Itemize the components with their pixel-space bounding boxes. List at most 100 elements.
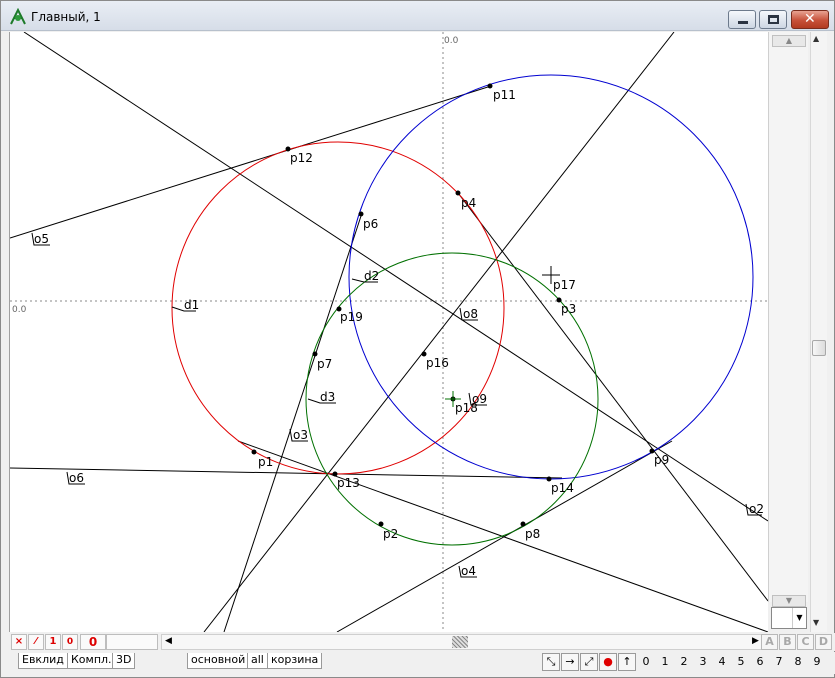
tab-osnovnoy[interactable]: основной: [187, 653, 250, 669]
digit-0[interactable]: 0: [638, 655, 654, 668]
horizontal-scroll-thumb[interactable]: [452, 636, 468, 648]
point-markers: [251, 83, 655, 527]
scroll-left-icon[interactable]: ◀: [165, 636, 172, 646]
digit-4[interactable]: 4: [714, 655, 730, 668]
tab-kompl[interactable]: Компл.: [67, 653, 116, 669]
bottom-bar: Евклид Компл. 3D основной all корзина ⤡ …: [9, 652, 835, 674]
side-list-panel[interactable]: ▲ ▼: [768, 32, 808, 607]
point-p11: [487, 83, 493, 89]
point-p2: [378, 521, 384, 527]
record-icon: ●: [603, 655, 613, 668]
digit-3[interactable]: 3: [695, 655, 711, 668]
minimize-icon: [738, 21, 748, 24]
label-p14: p14: [551, 481, 574, 495]
label-p9: p9: [654, 453, 669, 467]
arrow-right-button[interactable]: →: [561, 653, 579, 671]
svg-text:o2: o2: [749, 502, 764, 516]
label-p19: p19: [340, 310, 363, 324]
tag-o3: o3: [289, 428, 308, 442]
svg-text:o3: o3: [293, 428, 308, 442]
scroll-up-icon[interactable]: ▲: [813, 34, 819, 43]
tab-korzina[interactable]: корзина: [267, 653, 323, 669]
tab-all[interactable]: all: [247, 653, 268, 669]
tab-evklid[interactable]: Евклид: [18, 653, 68, 669]
digit-1[interactable]: 1: [657, 655, 673, 668]
line-o4: [237, 440, 768, 632]
tool-row: × ⁄ 1 0 0 ◀ ▶ A B C D: [9, 633, 835, 651]
horizontal-scrollbar[interactable]: ◀ ▶: [161, 634, 765, 650]
link-icon: ⤡: [546, 655, 556, 668]
letter-d-button[interactable]: D: [815, 634, 832, 650]
digit-9[interactable]: 9: [809, 655, 825, 668]
line-p4-p3: [457, 192, 768, 602]
tag-o5: o5: [31, 232, 50, 246]
tool-one-button[interactable]: 1: [45, 634, 61, 650]
lines: [10, 32, 768, 632]
arrow-up-button[interactable]: ↑: [618, 653, 636, 671]
svg-text:d2: d2: [364, 269, 379, 283]
digit-7[interactable]: 7: [771, 655, 787, 668]
line-p6-p7: [223, 212, 363, 632]
tag-d2: d2: [351, 269, 379, 283]
digit-8[interactable]: 8: [790, 655, 806, 668]
line-o2: [23, 32, 768, 522]
side-list-up-button[interactable]: ▲: [772, 35, 806, 47]
label-p2: p2: [383, 527, 398, 541]
main-window: Главный, 1 ✕ 0.0 0.0 p1 p2 p3 p4 p6 p7 p…: [0, 0, 835, 678]
chevron-down-icon[interactable]: ▼: [792, 608, 806, 628]
geometry-canvas[interactable]: 0.0 0.0 p1 p2 p3 p4 p6 p7 p8 p9 p11 p12 …: [9, 32, 768, 632]
record-button[interactable]: ●: [599, 653, 617, 671]
tool-cross-button[interactable]: ×: [11, 634, 27, 650]
tool-line-button[interactable]: ⁄: [28, 634, 44, 650]
letter-b-button[interactable]: B: [779, 634, 796, 650]
counter-field[interactable]: [106, 634, 158, 650]
point-p8: [520, 521, 526, 527]
y-origin-label: 0.0: [444, 36, 459, 46]
side-list-down-button[interactable]: ▼: [772, 595, 806, 607]
maximize-icon: [768, 15, 779, 24]
letter-c-button[interactable]: C: [797, 634, 814, 650]
svg-text:o6: o6: [69, 471, 84, 485]
resize-icon: ⤢: [584, 655, 594, 668]
digit-6[interactable]: 6: [752, 655, 768, 668]
point-p6: [358, 211, 364, 217]
svg-text:d3: d3: [320, 390, 335, 404]
digit-5[interactable]: 5: [733, 655, 749, 668]
vertical-scroll-thumb[interactable]: [812, 340, 826, 356]
label-p1: p1: [258, 455, 273, 469]
maximize-button[interactable]: [759, 10, 787, 29]
label-p4: p4: [461, 196, 476, 210]
letter-a-button[interactable]: A: [761, 634, 778, 650]
svg-text:o9: o9: [472, 392, 487, 406]
label-p13: p13: [337, 476, 360, 490]
x-origin-label: 0.0: [12, 305, 27, 315]
tag-o9: o9: [468, 392, 487, 406]
side-combo[interactable]: ▼: [771, 607, 807, 629]
arrow-up-icon: ↑: [622, 655, 632, 668]
vertical-scrollbar[interactable]: ▲ ▼: [810, 32, 827, 632]
close-button[interactable]: ✕: [791, 10, 829, 29]
arrow-right-icon: →: [565, 655, 575, 668]
scroll-down-icon[interactable]: ▼: [813, 618, 819, 627]
tag-d3: d3: [307, 390, 336, 404]
tag-o8: o8: [459, 307, 478, 321]
label-p8: p8: [525, 527, 540, 541]
label-p6: p6: [363, 217, 378, 231]
resize-button[interactable]: ⤢: [580, 653, 598, 671]
tab-3d[interactable]: 3D: [112, 653, 136, 669]
tag-d1: d1: [171, 298, 199, 312]
line-o6: [10, 467, 563, 479]
svg-text:d1: d1: [184, 298, 199, 312]
label-p16: p16: [426, 356, 449, 370]
tag-o6: o6: [66, 471, 85, 485]
tag-o2: o2: [745, 502, 764, 516]
digit-2[interactable]: 2: [676, 655, 692, 668]
link-button[interactable]: ⤡: [542, 653, 560, 671]
coordinate-axes: 0.0 0.0: [10, 32, 768, 632]
scroll-right-icon[interactable]: ▶: [752, 636, 759, 646]
svg-text:o5: o5: [34, 232, 49, 246]
app-icon: [10, 8, 26, 25]
drawing-svg[interactable]: 0.0 0.0 p1 p2 p3 p4 p6 p7 p8 p9 p11 p12 …: [10, 32, 768, 632]
minimize-button[interactable]: [728, 10, 756, 29]
tool-zero-button[interactable]: 0: [62, 634, 78, 650]
